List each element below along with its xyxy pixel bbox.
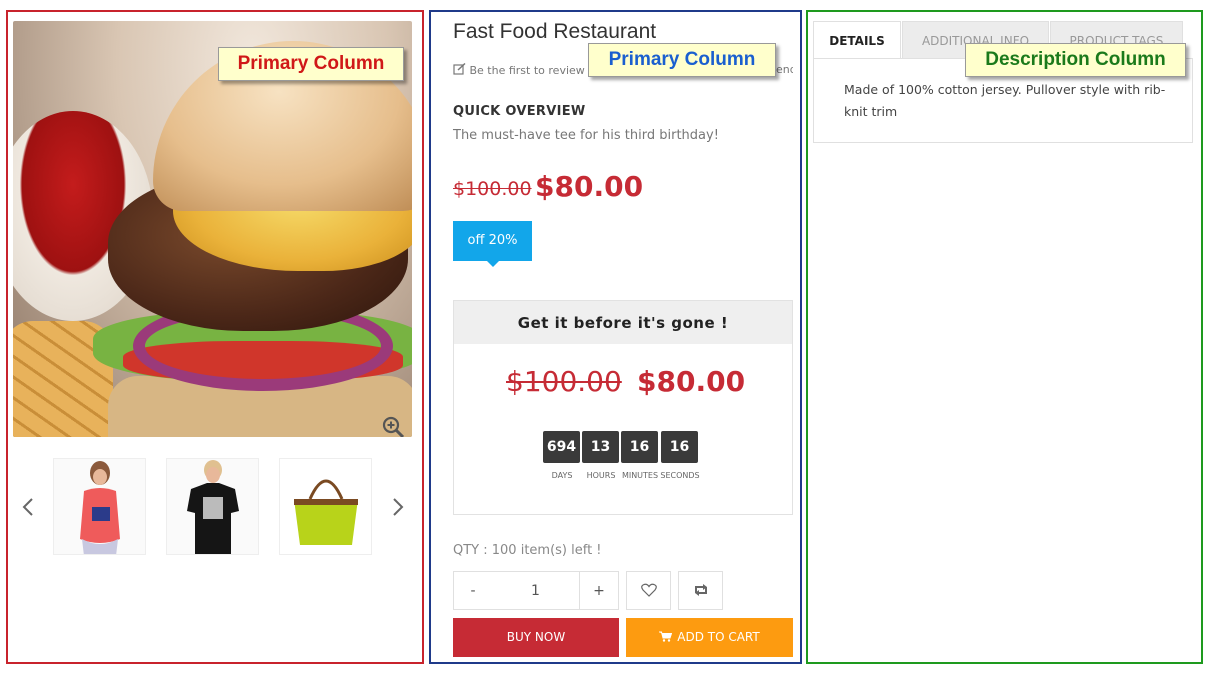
cart-icon	[659, 631, 673, 642]
qty-increase-button[interactable]: +	[579, 571, 619, 610]
countdown-minutes: 16	[621, 431, 658, 463]
quick-overview-heading: QUICK OVERVIEW	[453, 104, 586, 119]
compare-button[interactable]	[678, 571, 723, 610]
deal-box: Get it before it's gone ! $100.00 $80.00…	[453, 300, 793, 515]
quick-overview-text: The must-have tee for his third birthday…	[453, 128, 719, 143]
deal-old-price: $100.00	[506, 365, 622, 398]
buy-now-button[interactable]: BUY NOW	[453, 618, 619, 657]
details-description: Made of 100% cotton jersey. Pullover sty…	[844, 82, 1166, 119]
thumbnail-black-tee[interactable]	[166, 458, 259, 555]
qty-decrease-button[interactable]: -	[453, 571, 493, 610]
add-to-cart-button[interactable]: ADD TO CART	[626, 618, 793, 657]
new-price: $80.00	[535, 170, 644, 203]
review-link-tail: end	[776, 63, 793, 76]
tank-top-picture	[54, 459, 145, 554]
thumbnail-tank-top[interactable]	[53, 458, 146, 555]
chevron-left-icon[interactable]	[18, 495, 38, 519]
thumbnail-green-bag[interactable]	[279, 458, 372, 555]
countdown-seconds-label: SECONDS	[660, 471, 700, 480]
countdown-hours: 13	[582, 431, 619, 463]
countdown-days: 694	[543, 431, 580, 463]
callout-primary-column-left: Primary Column	[218, 47, 404, 81]
chevron-right-icon[interactable]	[388, 495, 408, 519]
zoom-in-icon[interactable]	[381, 415, 405, 437]
black-tee-picture	[167, 459, 258, 554]
add-to-cart-label: ADD TO CART	[677, 630, 760, 644]
callout-description-column: Description Column	[965, 43, 1186, 77]
deal-new-price: $80.00	[637, 365, 746, 398]
qty-stock-label: QTY : 100 item(s) left !	[453, 543, 602, 558]
wishlist-button[interactable]	[626, 571, 671, 610]
countdown-days-label: DAYS	[551, 471, 573, 480]
qty-input[interactable]: 1	[492, 571, 579, 610]
product-title: Fast Food Restaurant	[453, 20, 657, 43]
old-price: $100.00	[453, 178, 532, 200]
callout-primary-column-middle: Primary Column	[588, 43, 776, 77]
green-bag-picture	[280, 459, 371, 554]
review-link-text: Be the first to review	[469, 64, 585, 77]
countdown-hours-label: HOURS	[586, 471, 616, 480]
countdown-minutes-label: MINUTES	[621, 471, 659, 480]
deal-heading: Get it before it's gone !	[454, 301, 792, 344]
countdown-seconds: 16	[661, 431, 698, 463]
product-main-image[interactable]	[13, 21, 412, 437]
heart-icon	[640, 583, 657, 597]
discount-badge: off 20%	[453, 221, 532, 267]
tab-details[interactable]: DETAILS	[813, 21, 901, 59]
retweet-icon	[694, 584, 707, 596]
edit-icon	[453, 63, 466, 75]
